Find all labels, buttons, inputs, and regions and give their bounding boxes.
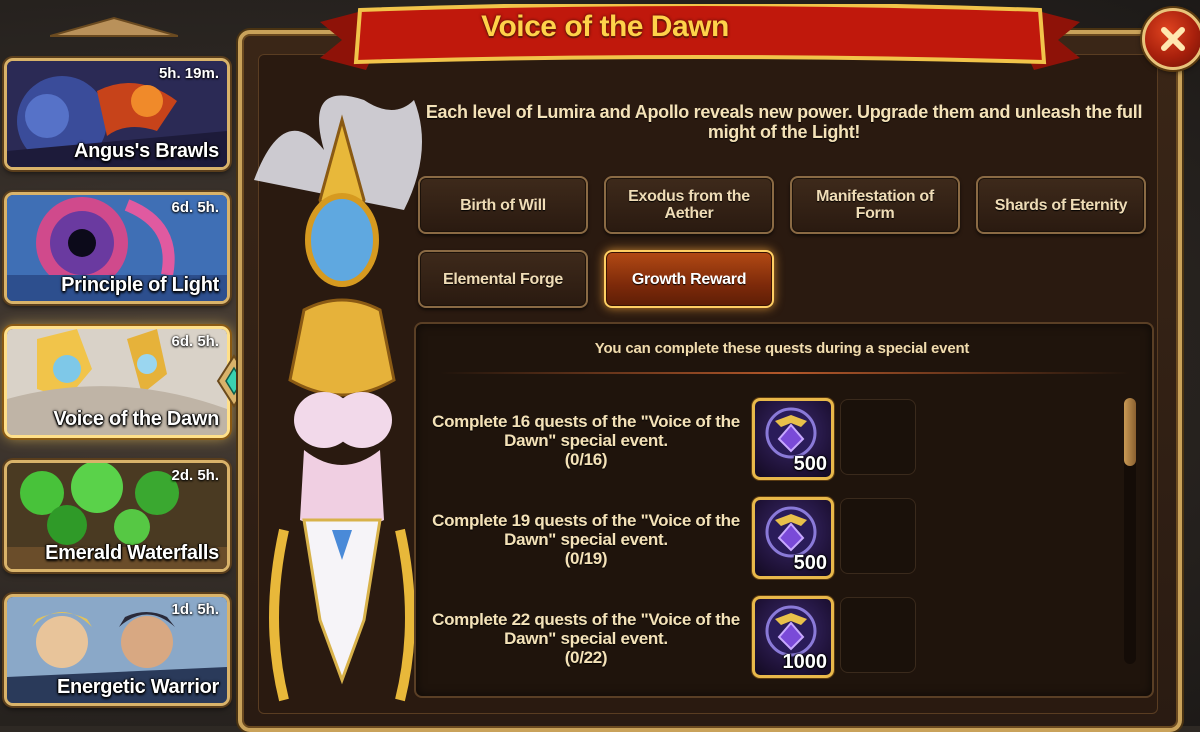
event-timer: 5h. 19m.	[158, 65, 219, 82]
event-name: Energetic Warrior	[57, 676, 219, 698]
quest-row-2-text: Complete 19 quests of the "Voice of the …	[428, 511, 744, 568]
event-name: Voice of the Dawn	[53, 408, 219, 430]
quest-progress: (0/22)	[564, 648, 608, 667]
reward-quantity: 500	[793, 453, 827, 475]
quest-description: Complete 16 quests of the "Voice of the …	[432, 412, 740, 450]
event-timer: 6d. 5h.	[171, 199, 219, 216]
close-button[interactable]	[1142, 8, 1200, 70]
quest-progress: (0/16)	[564, 450, 608, 469]
tab-exodus-from-the-aether[interactable]: Exodus from the Aether	[604, 176, 774, 234]
scroll-up-arrow-icon[interactable]	[50, 16, 178, 38]
tab-growth-reward[interactable]: Growth Reward	[604, 250, 774, 308]
event-card-principle-of-light[interactable]: 6d. 5h. Principle of Light	[4, 192, 230, 304]
event-description: Each level of Lumira and Apollo reveals …	[425, 102, 1143, 142]
event-timer: 6d. 5h.	[171, 333, 219, 350]
event-timer: 1d. 5h.	[171, 601, 219, 618]
tab-elemental-forge[interactable]: Elemental Forge	[418, 250, 588, 308]
event-card-angus-brawls[interactable]: 5h. 19m. Angus's Brawls	[4, 58, 230, 170]
event-name: Angus's Brawls	[73, 140, 219, 162]
event-card-energetic-warrior[interactable]: 1d. 5h. Energetic Warrior	[4, 594, 230, 706]
reward-quantity: 500	[793, 552, 827, 574]
quest-row-3-text: Complete 22 quests of the "Voice of the …	[428, 610, 744, 667]
quest-description: Complete 22 quests of the "Voice of the …	[432, 610, 740, 648]
event-card-emerald-waterfalls[interactable]: 2d. 5h. Emerald Waterfalls	[4, 460, 230, 572]
reward-slot[interactable]: 500	[752, 398, 834, 480]
scrollbar-thumb[interactable]	[1124, 398, 1136, 466]
event-name: Emerald Waterfalls	[45, 542, 219, 564]
tab-manifestation-of-form[interactable]: Manifestation of Form	[790, 176, 960, 234]
tab-shards-of-eternity[interactable]: Shards of Eternity	[976, 176, 1146, 234]
event-card-voice-of-the-dawn[interactable]: 6d. 5h. Voice of the Dawn	[4, 326, 230, 438]
hero-lumira-art	[254, 95, 422, 702]
event-name: Principle of Light	[61, 274, 219, 296]
panel-title: Voice of the Dawn	[481, 10, 729, 43]
reward-slot[interactable]: 500	[752, 497, 834, 579]
quest-row-1-text: Complete 16 quests of the "Voice of the …	[428, 412, 744, 469]
empty-reward-slot	[840, 597, 916, 673]
quest-description: Complete 19 quests of the "Voice of the …	[432, 511, 740, 549]
reward-quantity: 1000	[782, 651, 828, 673]
empty-reward-slot	[840, 399, 916, 475]
empty-reward-slot	[840, 498, 916, 574]
reward-slot[interactable]: 1000	[752, 596, 834, 678]
tab-birth-of-will[interactable]: Birth of Will	[418, 176, 588, 234]
close-icon	[1161, 27, 1185, 51]
quest-progress: (0/19)	[564, 549, 608, 568]
event-timer: 2d. 5h.	[171, 467, 219, 484]
divider	[440, 372, 1130, 374]
quest-list-note: You can complete these quests during a s…	[594, 340, 970, 357]
